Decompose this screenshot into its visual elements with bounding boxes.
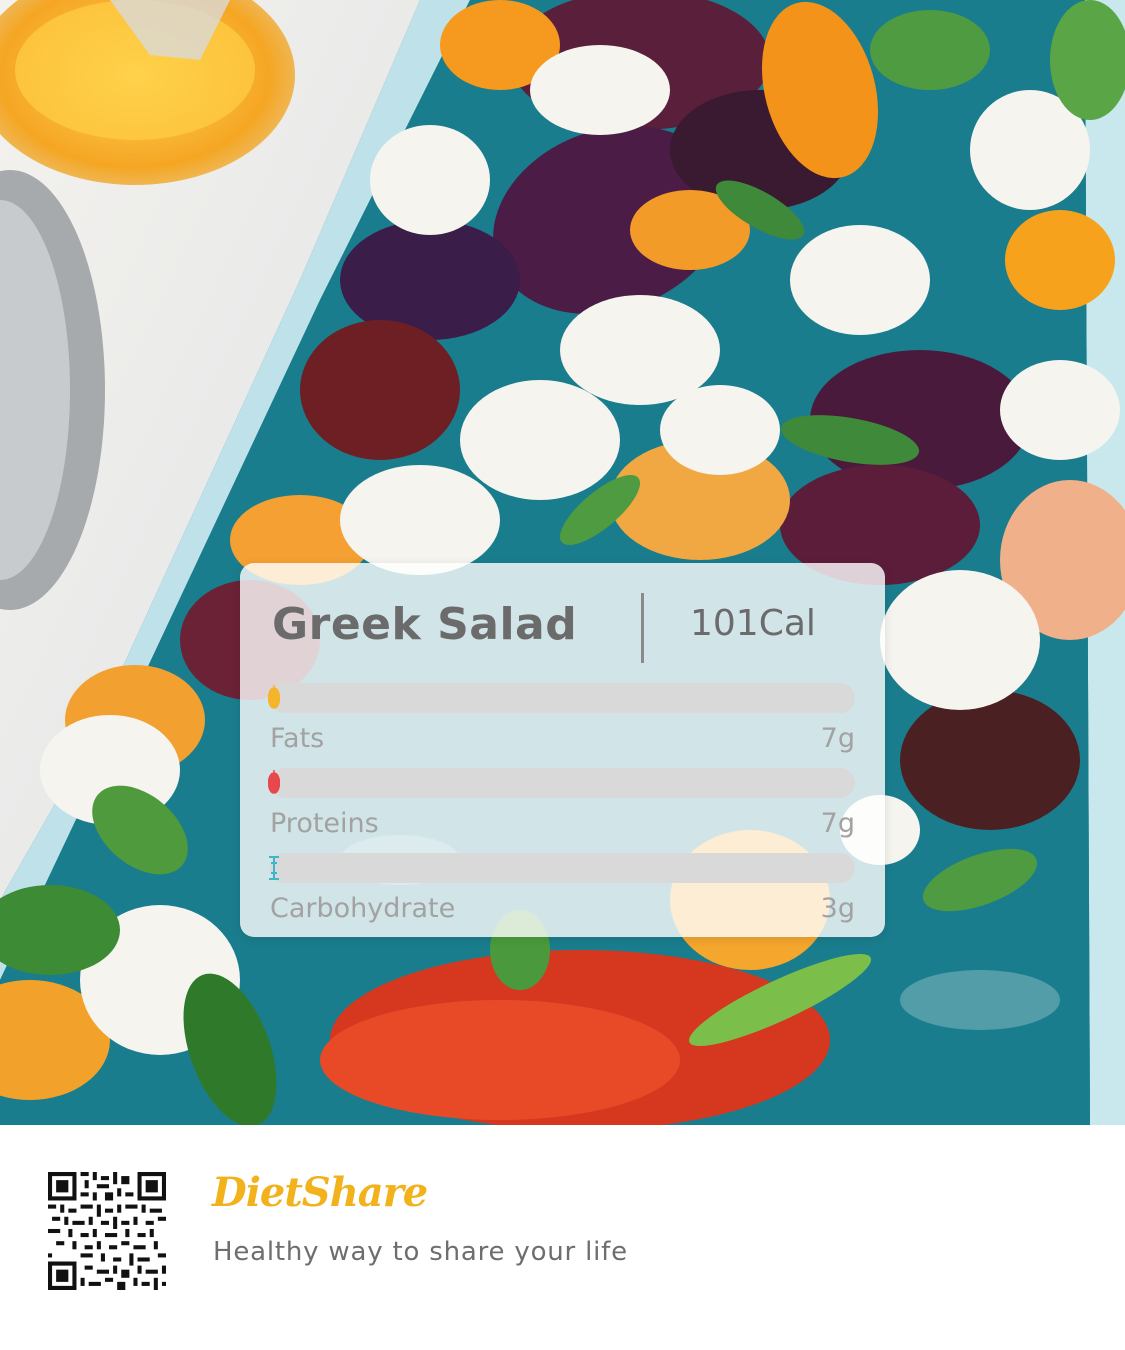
title-divider	[641, 593, 644, 663]
nutrient-row-carbohydrate: Carbohydrate 3g	[269, 853, 855, 924]
proteins-label: Proteins	[270, 808, 379, 839]
qr-code-icon[interactable]	[48, 1172, 166, 1290]
proteins-bar-track	[268, 768, 855, 798]
nutrition-card: Greek Salad 101Cal Fats 7g Proteins 7g C…	[240, 563, 885, 937]
footer: DietShare Healthy way to share your life	[0, 1125, 1125, 1350]
fats-bar-track	[268, 683, 855, 713]
fats-value: 7g	[820, 723, 855, 754]
nutrient-row-proteins: Proteins 7g	[268, 768, 855, 839]
fats-marker-icon	[268, 685, 280, 709]
carbohydrate-label: Carbohydrate	[270, 893, 456, 924]
dish-title: Greek Salad	[272, 599, 578, 650]
calorie-count: 101Cal	[690, 603, 816, 644]
carbohydrate-marker-icon	[269, 856, 279, 880]
proteins-value: 7g	[820, 808, 855, 839]
carbohydrate-bar-track	[269, 853, 855, 883]
brand-tagline: Healthy way to share your life	[213, 1237, 628, 1267]
carbohydrate-value: 3g	[820, 893, 855, 924]
fats-label: Fats	[270, 723, 325, 754]
proteins-marker-icon	[268, 770, 280, 794]
brand-logo: DietShare	[212, 1169, 428, 1216]
nutrient-row-fats: Fats 7g	[268, 683, 855, 754]
